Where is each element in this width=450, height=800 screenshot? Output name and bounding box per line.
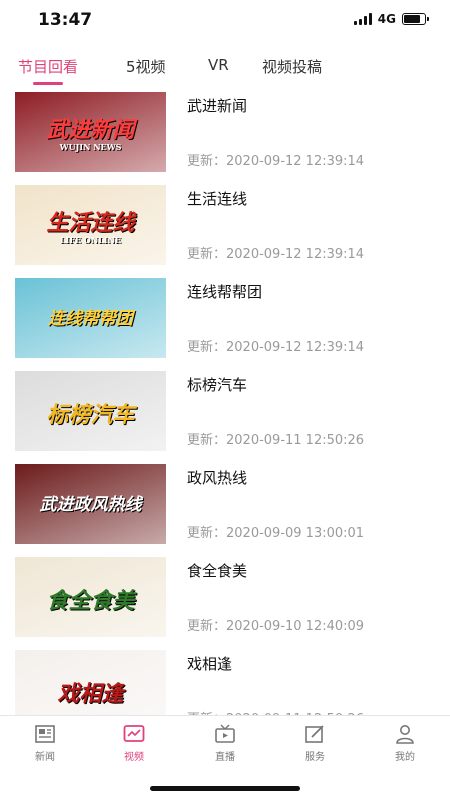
program-title[interactable]: 连线帮帮团 bbox=[187, 281, 262, 302]
status-time: 13:47 bbox=[38, 10, 93, 30]
program-update-time: 更新：2020-09-12 12:39:14 bbox=[187, 247, 365, 262]
video-icon bbox=[123, 725, 145, 742]
battery-level bbox=[404, 15, 420, 23]
tab-video-submission[interactable]: 视频投稿 bbox=[262, 56, 322, 77]
nav-service[interactable]: 服务 bbox=[285, 724, 345, 763]
program-thumbnail[interactable]: 武进新闻 WUJIN NEWS bbox=[15, 92, 166, 172]
program-update-time: 更新：2020-09-12 12:39:14 bbox=[187, 340, 365, 355]
program-list[interactable]: 武进新闻 WUJIN NEWS 武进新闻 更新：2020-09-12 12:39:14… bbox=[0, 92, 450, 715]
active-tab-indicator bbox=[33, 82, 63, 85]
program-thumbnail[interactable]: 生活连线 LIFE ONLINE bbox=[15, 185, 166, 265]
program-item[interactable]: 戏相逢戏相逢更新：2020-09-11 12:50:26 bbox=[0, 650, 450, 715]
nav-news-label: 新闻 bbox=[35, 752, 55, 763]
program-thumbnail[interactable]: 连线帮帮团 bbox=[15, 278, 166, 358]
program-item[interactable]: 标榜汽车 标榜汽车 更新：2020-09-11 12:50:26 bbox=[0, 371, 450, 451]
program-update-time: 更新：2020-09-11 12:50:26 bbox=[187, 433, 365, 448]
home-indicator bbox=[150, 786, 300, 791]
thumbnail-logo-text: 武进政风热线 bbox=[39, 495, 142, 515]
program-item[interactable]: 武进新闻 WUJIN NEWS 武进新闻 更新：2020-09-12 12:39:14 bbox=[0, 92, 450, 172]
thumbnail-logo-text: 连线帮帮团 bbox=[48, 309, 133, 329]
thumbnail-logo-text: 生活连线 bbox=[46, 210, 135, 236]
thumbnail-logo-subtitle: LIFE ONLINE bbox=[60, 235, 121, 245]
battery-icon bbox=[402, 13, 429, 25]
nav-video[interactable]: 视频 bbox=[104, 724, 164, 763]
program-thumbnail[interactable]: 食全食美 bbox=[15, 557, 166, 637]
nav-video-label: 视频 bbox=[124, 752, 144, 763]
tv-icon bbox=[215, 724, 235, 743]
program-thumbnail[interactable]: 标榜汽车 bbox=[15, 371, 166, 451]
signal-icon bbox=[353, 13, 372, 25]
program-title[interactable]: 食全食美 bbox=[187, 560, 247, 581]
top-tabs: 节目回看 5视频 VR 视频投稿 bbox=[0, 52, 450, 86]
nav-mine[interactable]: 我的 bbox=[375, 724, 435, 763]
thumbnail-logo-text: 标榜汽车 bbox=[46, 402, 135, 428]
program-title[interactable]: 标榜汽车 bbox=[187, 374, 247, 395]
thumbnail-logo-text: 武进新闻 bbox=[46, 117, 135, 143]
newspaper-icon bbox=[35, 725, 55, 743]
program-item[interactable]: 武进政风热线 政风热线更新：2020-09-09 13:00:01 bbox=[0, 464, 450, 544]
program-thumbnail[interactable]: 戏相逢 bbox=[15, 650, 166, 715]
tab-program-replay[interactable]: 节目回看 bbox=[18, 56, 78, 77]
nav-mine-label: 我的 bbox=[395, 752, 415, 763]
thumbnail-logo-text: 戏相逢 bbox=[57, 681, 124, 707]
thumbnail-logo-text: 食全食美 bbox=[46, 588, 135, 614]
tab-5-video[interactable]: 5视频 bbox=[126, 56, 166, 77]
program-item[interactable]: 生活连线 LIFE ONLINE 生活连线 更新：2020-09-12 12:39:1… bbox=[0, 185, 450, 265]
person-icon bbox=[396, 725, 414, 744]
edit-icon bbox=[305, 725, 324, 743]
program-update-time: 更新：2020-09-11 12:50:26 bbox=[187, 708, 364, 715]
program-title[interactable]: 政风热线 bbox=[187, 467, 247, 488]
program-update-time: 更新：2020-09-12 12:39:14 bbox=[187, 154, 365, 169]
program-update-time: 更新：2020-09-09 13:00:01 bbox=[187, 526, 365, 541]
program-title[interactable]: 生活连线 bbox=[187, 188, 247, 209]
nav-news[interactable]: 新闻 bbox=[15, 724, 75, 763]
thumbnail-logo-subtitle: WUJIN NEWS bbox=[59, 142, 122, 152]
nav-service-label: 服务 bbox=[305, 752, 325, 763]
status-bar: 13:47 4G bbox=[0, 0, 450, 40]
nav-live[interactable]: 直播 bbox=[195, 724, 255, 763]
status-indicators: 4G bbox=[353, 12, 429, 26]
program-thumbnail[interactable]: 武进政风热线 bbox=[15, 464, 166, 544]
program-title[interactable]: 戏相逢 bbox=[187, 653, 232, 674]
nav-live-label: 直播 bbox=[215, 752, 235, 763]
program-item[interactable]: 连线帮帮团 连线帮帮团 更新：2020-09-12 12:39:14 bbox=[0, 278, 450, 358]
tab-vr[interactable]: VR bbox=[208, 56, 229, 74]
program-update-time: 更新：2020-09-10 12:40:09 bbox=[187, 619, 365, 634]
program-title[interactable]: 武进新闻 bbox=[187, 95, 247, 116]
program-item[interactable]: 食全食美 食全食美 更新：2020-09-10 12:40:09 bbox=[0, 557, 450, 637]
network-type: 4G bbox=[377, 12, 396, 26]
